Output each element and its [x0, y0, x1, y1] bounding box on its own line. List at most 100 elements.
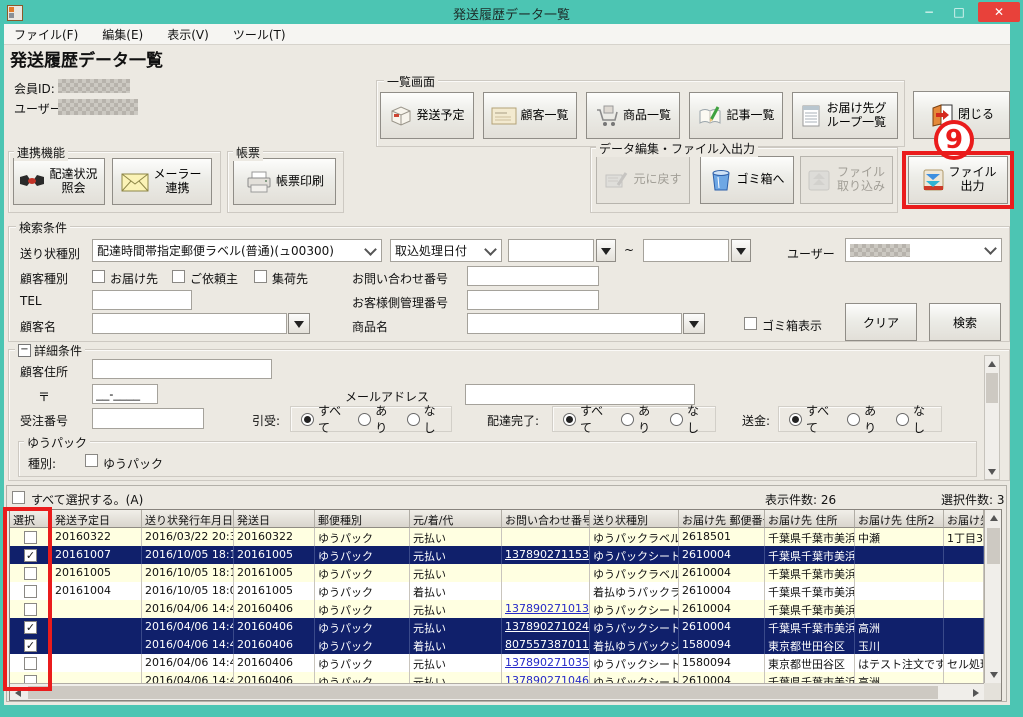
row-checkbox[interactable]: [24, 603, 37, 616]
mailer-link-button[interactable]: メーラー連携: [112, 158, 212, 205]
radio-icon[interactable]: [670, 413, 683, 426]
column-header[interactable]: 発送予定日: [52, 510, 142, 528]
file-export-button[interactable]: ファイル出力: [908, 156, 1008, 204]
radio-option[interactable]: なし: [670, 402, 705, 436]
customer-name-dropdown-button[interactable]: [288, 313, 310, 334]
product-name-input[interactable]: [467, 313, 682, 334]
column-header[interactable]: 元/着/代: [410, 510, 502, 528]
column-header[interactable]: お届け先 郵便番号: [679, 510, 765, 528]
tracking-number-link[interactable]: 137890271153: [505, 548, 589, 561]
tracking-number-link[interactable]: 807557387011: [505, 638, 589, 651]
delivery-group-list-button[interactable]: お届け先グループ一覧: [792, 92, 898, 139]
radio-option[interactable]: あり: [358, 402, 392, 436]
row-checkbox[interactable]: [24, 657, 37, 670]
scroll-up-icon[interactable]: [986, 510, 1001, 526]
radio-option[interactable]: すべて: [789, 402, 833, 436]
user-select[interactable]: [845, 238, 1002, 262]
column-header[interactable]: 発送日: [234, 510, 315, 528]
column-header[interactable]: 郵便種別: [315, 510, 410, 528]
scrollbar-thumb[interactable]: [28, 686, 938, 699]
pickup-site-checkbox[interactable]: [254, 270, 267, 283]
customer-address-input[interactable]: [92, 359, 272, 379]
radio-option[interactable]: あり: [847, 402, 882, 436]
table-row[interactable]: 2016/04/06 14:420160406ゆうパック元払い137890271…: [10, 654, 984, 672]
radio-icon[interactable]: [896, 413, 909, 426]
column-header[interactable]: お問い合わせ番号: [502, 510, 590, 528]
row-checkbox[interactable]: ✓: [24, 621, 37, 634]
delivery-status-button[interactable]: 配達状況照会: [13, 158, 105, 205]
select-all-checkbox[interactable]: [12, 491, 25, 504]
scrollbar-thumb[interactable]: [987, 528, 1000, 564]
column-header[interactable]: 選択: [10, 510, 52, 528]
detail-scrollbar[interactable]: [984, 355, 1000, 480]
tracking-number-link[interactable]: 137890271013: [505, 602, 589, 615]
date-type-select[interactable]: 取込処理日付: [390, 239, 502, 262]
table-hscrollbar[interactable]: [10, 683, 984, 700]
table-row[interactable]: ✓201610072016/10/05 18:120161005ゆうパック元払い…: [10, 546, 984, 564]
file-import-button[interactable]: ファイル取り込み: [800, 156, 893, 204]
radio-option[interactable]: すべて: [301, 402, 344, 436]
product-name-dropdown-button[interactable]: [683, 313, 705, 334]
column-header[interactable]: 送り状発行年月日: [142, 510, 234, 528]
minimize-button[interactable]: −: [916, 3, 942, 21]
customer-mgmt-number-input[interactable]: [467, 290, 599, 310]
row-checkbox[interactable]: [24, 585, 37, 598]
trash-display-checkbox[interactable]: [744, 317, 757, 330]
radio-option[interactable]: あり: [621, 402, 656, 436]
invoice-type-select[interactable]: 配達時間帯指定郵便ラベル(普通)(ュ00300): [92, 239, 382, 262]
radio-icon[interactable]: [847, 413, 860, 426]
table-row[interactable]: 2016/04/06 14:420160406ゆうパック元払い137890271…: [10, 672, 984, 683]
tel-input[interactable]: [92, 290, 192, 310]
row-checkbox[interactable]: ✓: [24, 639, 37, 652]
table-row[interactable]: 201610042016/10/05 18:020161005ゆうパック着払い着…: [10, 582, 984, 600]
date-from-input[interactable]: [508, 239, 594, 262]
radio-icon[interactable]: [407, 413, 420, 426]
column-header[interactable]: 送り状種別: [590, 510, 679, 528]
customer-name-input[interactable]: [92, 313, 287, 334]
delivery-dest-checkbox[interactable]: [92, 270, 105, 283]
tracking-number-link[interactable]: 137890271046: [505, 674, 589, 683]
date-to-input[interactable]: [643, 239, 729, 262]
row-checkbox[interactable]: [24, 675, 37, 684]
menu-tools[interactable]: ツール(T): [233, 26, 286, 43]
radio-option[interactable]: なし: [407, 402, 441, 436]
trash-button[interactable]: ゴミ箱へ: [700, 156, 794, 204]
table-row[interactable]: 201603222016/03/22 20:320160322ゆうパック元払いゆ…: [10, 528, 984, 546]
scroll-up-icon[interactable]: [985, 356, 999, 371]
table-vscrollbar[interactable]: [984, 510, 1001, 683]
table-row[interactable]: ✓2016/04/06 14:420160406ゆうパック元払い13789027…: [10, 618, 984, 636]
row-checkbox[interactable]: [24, 531, 37, 544]
report-print-button[interactable]: 帳票印刷: [233, 158, 336, 205]
product-list-button[interactable]: 商品一覧: [586, 92, 680, 139]
date-to-picker-button[interactable]: [731, 239, 751, 262]
table-row[interactable]: 2016/04/06 14:420160406ゆうパック元払い137890271…: [10, 600, 984, 618]
scrollbar-thumb[interactable]: [986, 373, 998, 403]
article-list-button[interactable]: 記事一覧: [689, 92, 783, 139]
scroll-left-icon[interactable]: [10, 685, 26, 700]
shipping-schedule-button[interactable]: 発送予定: [380, 92, 474, 139]
clear-button[interactable]: クリア: [845, 303, 917, 341]
menu-file[interactable]: ファイル(F): [14, 26, 78, 43]
collapse-toggle[interactable]: −: [18, 344, 31, 357]
customer-list-button[interactable]: 顧客一覧: [483, 92, 577, 139]
order-number-input[interactable]: [92, 408, 204, 429]
column-header[interactable]: お届け先 住所2: [855, 510, 944, 528]
tracking-number-link[interactable]: 137890271035: [505, 656, 589, 669]
menu-view[interactable]: 表示(V): [167, 26, 209, 43]
inquiry-number-input[interactable]: [467, 266, 599, 286]
scroll-right-icon[interactable]: [968, 685, 984, 700]
radio-icon[interactable]: [563, 413, 576, 426]
close-window-button[interactable]: ✕: [978, 2, 1020, 22]
radio-icon[interactable]: [789, 413, 802, 426]
table-row[interactable]: ✓2016/04/06 14:420160406ゆうパック着払い80755738…: [10, 636, 984, 654]
table-row[interactable]: 201610052016/10/05 18:120161005ゆうパック元払いゆ…: [10, 564, 984, 582]
search-button[interactable]: 検索: [929, 303, 1001, 341]
radio-icon[interactable]: [621, 413, 634, 426]
yupack-checkbox[interactable]: [85, 454, 98, 467]
undo-button[interactable]: 元に戻す: [596, 156, 690, 204]
row-checkbox[interactable]: [24, 567, 37, 580]
scroll-down-icon[interactable]: [986, 667, 1001, 683]
column-header[interactable]: お届け先 住所: [765, 510, 855, 528]
tracking-number-link[interactable]: 137890271024: [505, 620, 589, 633]
radio-option[interactable]: すべて: [563, 402, 607, 436]
